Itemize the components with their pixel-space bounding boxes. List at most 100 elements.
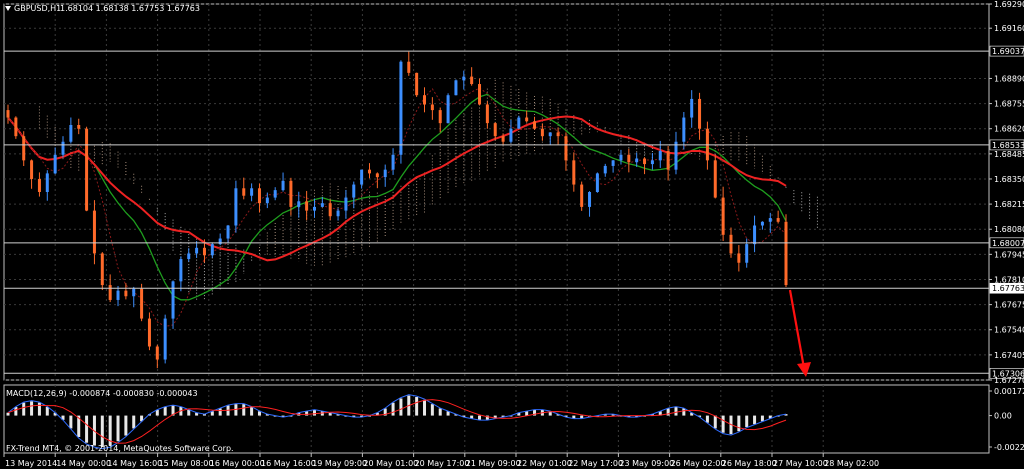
y-tick-label: 1.67810 [994, 275, 1024, 284]
candle-body [305, 201, 309, 211]
candle-body [250, 188, 254, 196]
candle-body [580, 184, 584, 207]
y-tick-label: 1.68890 [994, 74, 1024, 83]
macd-bar [14, 407, 18, 416]
candle-body [698, 98, 702, 129]
candle-body [281, 180, 285, 191]
macd-bar [250, 407, 254, 416]
price-level-label: 1.68533 [992, 141, 1024, 150]
macd-bar [423, 399, 427, 416]
macd-bar [6, 412, 10, 416]
candle-body [438, 110, 442, 124]
x-tick-label: 19 May 09:00 [312, 459, 367, 468]
time-axis: 13 May 2014 14 May 00:0014 May 16:0015 Ma… [3, 453, 879, 468]
candle-body [85, 128, 89, 211]
macd-bar [187, 409, 191, 416]
candle-body [257, 188, 261, 204]
candle-body [776, 218, 780, 222]
candle-body [430, 104, 434, 111]
x-tick-label: 22 May 17:00 [568, 459, 623, 468]
ohlc-values: 1.68104 1.68138 1.67753 1.67763 [60, 4, 200, 13]
macd-bar [100, 415, 104, 447]
x-tick-label: 14 May 16:00 [107, 459, 162, 468]
candle-body [753, 225, 757, 245]
x-tick-label: 26 May 02:00 [671, 459, 726, 468]
candle-body [588, 192, 592, 207]
candle-body [30, 160, 34, 179]
candle-body [273, 190, 277, 198]
candle-body [352, 184, 356, 198]
candle-body [14, 117, 18, 137]
candle-body [721, 197, 725, 235]
candle-body [124, 290, 128, 297]
candle-body [226, 225, 230, 239]
candle-body [658, 151, 662, 161]
x-tick-label: 20 May 01:00 [363, 459, 418, 468]
candle-body [116, 290, 120, 300]
y-tick-label: 1.68350 [994, 175, 1024, 184]
candle-body [344, 197, 348, 211]
price-chart[interactable]: 1.690371.685331.680071.677631.67306 1.69… [0, 0, 1024, 469]
candle-body [666, 151, 670, 170]
candle-body [525, 117, 529, 122]
candle-body [163, 318, 167, 360]
macd-bar [525, 411, 529, 416]
candle-body [737, 253, 741, 263]
candle-body [336, 210, 340, 217]
candle-body [92, 210, 96, 254]
main-pane [3, 3, 990, 381]
candle-body [540, 128, 544, 137]
y-tick-label: 1.67405 [994, 351, 1024, 360]
candle-body [155, 346, 159, 360]
price-level-label: 1.68007 [992, 239, 1024, 248]
macd-bar [713, 415, 717, 429]
macd-bar [391, 402, 395, 416]
price-level-label: 1.69037 [992, 47, 1024, 56]
candle-body [470, 76, 474, 85]
macd-bar [682, 408, 686, 416]
x-tick-label: 21 May 09:00 [466, 459, 521, 468]
macd-axis: 0.001721 0.00 -0.002200 [989, 387, 1024, 452]
candle-body [187, 253, 191, 260]
candle-body [650, 160, 654, 165]
macd-bar [674, 407, 678, 416]
candle-body [375, 173, 379, 178]
candle-body [454, 80, 458, 96]
x-tick-label: 20 May 17:00 [415, 459, 470, 468]
candle-body [611, 160, 615, 166]
candle-body [572, 160, 576, 185]
candle-body [297, 201, 301, 207]
macd-bar [478, 415, 482, 420]
candle-body [179, 259, 183, 282]
candle-body [745, 244, 749, 263]
candle-body [548, 132, 552, 137]
candle-body [533, 121, 537, 129]
macd-bar [305, 411, 309, 416]
candle-body [415, 72, 419, 96]
candle-body [493, 123, 497, 137]
candle-body [312, 206, 316, 211]
candle-body [202, 247, 206, 256]
macd-bar [218, 408, 222, 416]
macd-bar [132, 415, 136, 429]
candle-body [195, 247, 199, 254]
y-tick-label: 1.68485 [994, 150, 1024, 159]
candle-body [501, 136, 505, 142]
price-axis: 1.69290 1.69160 1.68890 1.68755 1.68620 1.684… [989, 0, 1024, 385]
macd-bar [721, 415, 725, 433]
macd-bar [116, 415, 120, 442]
candle-body [635, 158, 639, 163]
x-tick-label: 23 May 09:00 [619, 459, 674, 468]
macd-bar [312, 409, 316, 416]
x-tick-label: 15 May 08:00 [159, 459, 214, 468]
candle-body [509, 128, 513, 142]
x-tick-label: 27 May 10:00 [773, 459, 828, 468]
y-tick-label: 1.68080 [994, 225, 1024, 234]
candle-body [234, 188, 238, 226]
candle-body [407, 61, 411, 73]
macd-bar [22, 402, 26, 416]
candle-body [6, 110, 10, 118]
y-tick-label: 1.67540 [994, 326, 1024, 335]
macd-tick-label: 0.001721 [994, 387, 1024, 396]
candle-body [360, 169, 364, 185]
